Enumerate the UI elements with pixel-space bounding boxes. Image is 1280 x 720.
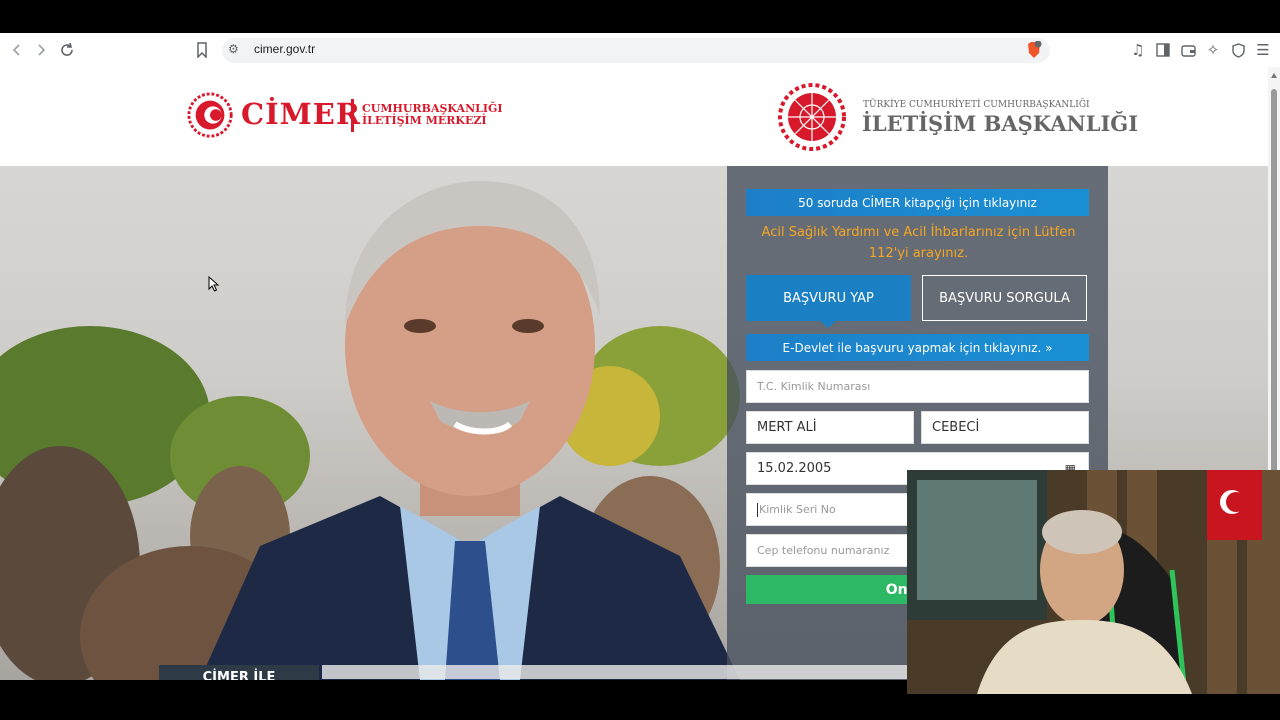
webcam-video <box>907 470 1280 694</box>
tab-basvuru-sorgula[interactable]: BAŞVURU SORGULA <box>922 275 1087 321</box>
kitapcik-link[interactable]: 50 soruda CİMER kitapçığı için tıklayını… <box>746 189 1089 216</box>
iletisim-logo-icon[interactable] <box>776 81 848 153</box>
tab-active-caret <box>820 321 836 328</box>
vpn-icon[interactable] <box>1226 38 1250 62</box>
cimer-brand-text: CİMER <box>241 97 361 131</box>
cimer-subtitle-line2: İLETİŞİM MERKEZİ <box>362 114 487 127</box>
logo-divider <box>351 99 354 132</box>
reload-icon[interactable] <box>55 38 79 62</box>
screen-top-bar <box>0 0 1280 33</box>
site-settings-icon[interactable]: ⚙ <box>228 42 239 56</box>
webcam-overlay <box>907 470 1280 694</box>
emergency-warning: Acil Sağlık Yardımı ve Acil İhbarlarınız… <box>761 225 1076 261</box>
edevlet-link[interactable]: E-Devlet ile başvuru yapmak için tıklayı… <box>746 334 1089 361</box>
tc-kimlik-input[interactable]: T.C. Kimlik Numarası <box>746 370 1089 403</box>
iletisim-big-text: İLETİŞİM BAŞKANLIĞI <box>862 111 1139 136</box>
text-cursor <box>757 502 758 517</box>
cimer-subtitle: CUMHURBAŞKANLIĞI İLETİŞİM MERKEZİ <box>362 103 503 127</box>
forward-icon[interactable] <box>29 38 53 62</box>
tab-basvuru-yap-label: BAŞVURU YAP <box>783 290 874 306</box>
back-icon[interactable] <box>5 38 29 62</box>
browser-toolbar: ⚙ cimer.gov.tr ♫ ✧ ☰ <box>0 33 1280 68</box>
wallet-icon[interactable] <box>1176 38 1200 62</box>
birth-date-value: 15.02.2005 <box>757 461 832 476</box>
kimlik-seri-placeholder: Kimlik Seri No <box>759 503 836 516</box>
scroll-up-icon[interactable] <box>1271 73 1277 78</box>
soyad-input[interactable]: CEBECİ <box>921 411 1089 444</box>
brave-shield-icon[interactable] <box>1026 40 1042 59</box>
tab-basvuru-yap[interactable]: BAŞVURU YAP <box>746 275 911 328</box>
bookmark-icon[interactable] <box>190 38 214 62</box>
content-strip <box>322 665 912 679</box>
cimer-logo-icon[interactable] <box>186 92 236 140</box>
url-text[interactable]: cimer.gov.tr <box>254 42 315 56</box>
cimer-ile-tab[interactable]: CİMER İLE <box>159 665 319 680</box>
sidebar-icon[interactable] <box>1151 38 1175 62</box>
menu-icon[interactable]: ☰ <box>1251 38 1275 62</box>
iletisim-small-text: TÜRKİYE CUMHURİYETİ CUMHURBAŞKANLIĞI <box>863 100 1090 110</box>
music-icon[interactable]: ♫ <box>1126 38 1150 62</box>
leo-icon[interactable]: ✧ <box>1201 38 1225 62</box>
site-header: CİMER CUMHURBAŞKANLIĞI İLETİŞİM MERKEZİ … <box>0 67 1268 166</box>
mouse-cursor-icon <box>208 276 220 292</box>
ad-input[interactable]: MERT ALİ <box>746 411 914 444</box>
address-bar[interactable]: ⚙ cimer.gov.tr <box>222 38 1050 63</box>
